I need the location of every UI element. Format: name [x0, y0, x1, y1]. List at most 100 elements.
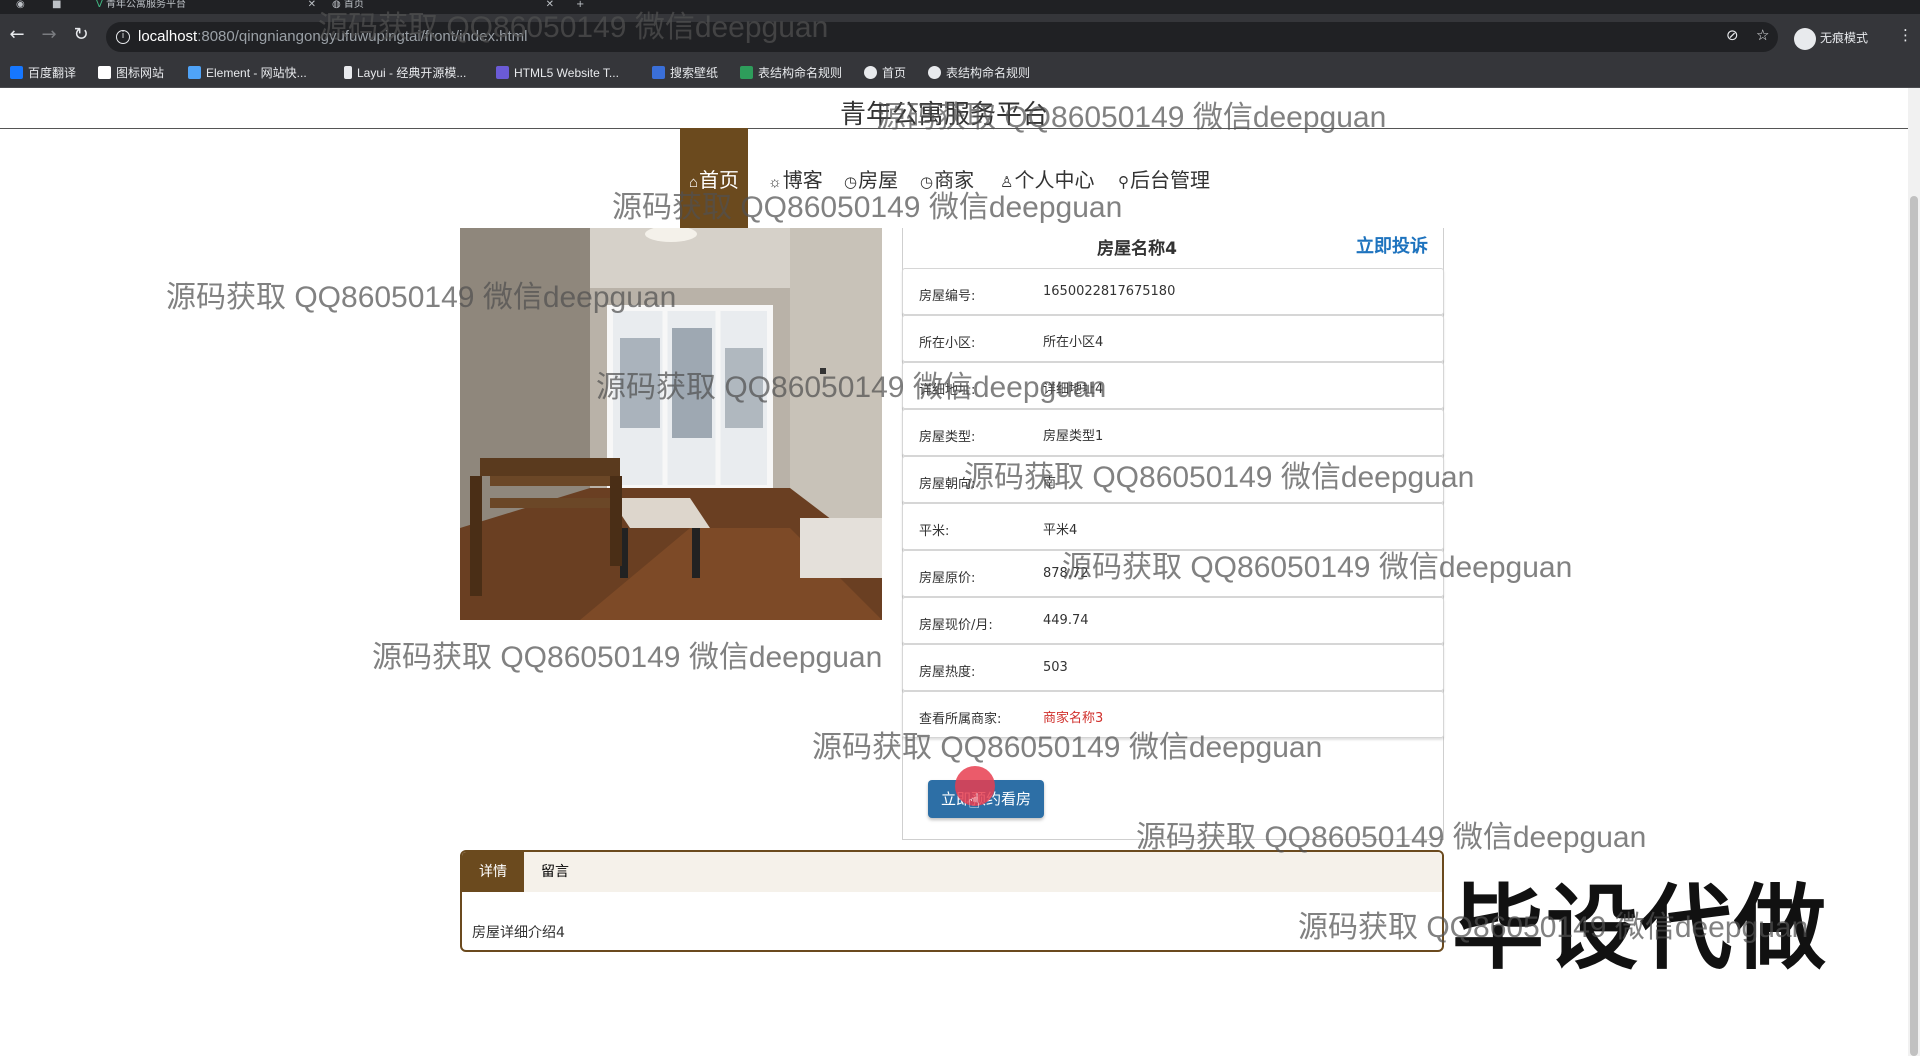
bookmark-label: 首页	[882, 66, 907, 80]
bookmark-icon	[10, 66, 23, 79]
close-tab-icon[interactable]: ✕	[546, 0, 554, 10]
html5-logo-icon	[496, 66, 509, 79]
tab-detail[interactable]: 详情	[462, 852, 524, 892]
field-label: 平米:	[919, 524, 950, 539]
field-value: 房屋类型1	[1043, 429, 1104, 444]
merchant-link[interactable]: 商家名称3	[1043, 707, 1103, 726]
forward-arrow-icon[interactable]: →	[38, 24, 60, 46]
chrome-menu-icon[interactable]: ◉	[16, 0, 26, 14]
site-info-icon[interactable]: i	[116, 30, 130, 44]
reload-icon[interactable]: ↻	[70, 24, 92, 46]
profile-label: 无痕模式	[1820, 31, 1869, 45]
nav-item-label: 首页	[699, 170, 740, 192]
info-row-original-price: 房屋原价: 878.72	[902, 550, 1444, 597]
info-row-current-price: 房屋现价/月: 449.74	[902, 597, 1444, 644]
star-icon[interactable]: ☆	[1756, 26, 1769, 44]
nav-item-house[interactable]: ◷房屋	[844, 128, 898, 228]
nav-item-merchant[interactable]: ◷商家	[920, 128, 974, 228]
bookmark-label: 图标网站	[116, 66, 165, 80]
nav-item-home[interactable]: ⌂首页	[680, 128, 748, 228]
nav-item-label: 商家	[934, 170, 975, 192]
flag-icon	[98, 66, 111, 79]
field-value: 详细地址4	[1043, 382, 1104, 397]
hand-cursor-icon: ☝	[968, 789, 981, 813]
sheet-logo-icon	[740, 66, 753, 79]
bookmark-label: 表结构命名规则	[758, 66, 843, 80]
bookmark-label: 搜索壁纸	[670, 66, 719, 80]
field-value: 南	[1043, 476, 1057, 491]
bookmark-item[interactable]: 表结构命名规则	[740, 62, 842, 84]
house-detail-header: 房屋名称4 立即投诉	[902, 228, 1444, 268]
url-text[interactable]: localhost:8080/qingniangongyufuwupingtai…	[138, 28, 527, 46]
globe-icon	[928, 66, 941, 79]
bookmark-label: 百度翻译	[28, 66, 77, 80]
field-value: 503	[1043, 660, 1068, 675]
url-path: /qingniangongyufuwupingtai/front/index.h…	[234, 28, 528, 45]
globe-icon: ◍	[332, 0, 341, 10]
bookmark-item[interactable]: HTML5 Website T...	[496, 62, 619, 84]
field-label: 房屋编号:	[919, 289, 976, 304]
field-value: 878.72	[1043, 566, 1089, 581]
bookmark-item[interactable]: Layui - 经典开源模...	[344, 62, 466, 84]
home-icon: ⌂	[688, 174, 699, 191]
browser-tab-strip: ◉ ■ V 青年公寓服务平台 ✕ ◍ 首页 ✕ +	[0, 0, 1920, 14]
field-label: 房屋热度:	[919, 665, 976, 680]
tabs-header: 详情 留言	[462, 852, 1442, 892]
watermark-text: 源码获取 QQ86050149 微信deepguan	[372, 641, 883, 674]
complain-link[interactable]: 立即投诉	[1356, 232, 1428, 258]
info-row-orientation: 房屋朝向: 南	[902, 456, 1444, 503]
field-label: 查看所属商家:	[919, 712, 1002, 727]
info-row-address: 详细地址: 详细地址4	[902, 362, 1444, 409]
vue-logo-icon: V	[96, 0, 103, 10]
bookmark-label: Layui - 经典开源模...	[357, 66, 467, 80]
promo-stamp: 毕设代做	[1452, 875, 1829, 982]
room-photo-image	[460, 228, 882, 620]
bookmark-item[interactable]: Element - 网站快...	[188, 62, 307, 84]
nav-item-label: 个人中心	[1014, 170, 1095, 192]
field-label: 房屋原价:	[919, 571, 976, 586]
close-tab-icon[interactable]: ✕	[308, 0, 316, 10]
eye-off-icon[interactable]: ⊘	[1726, 26, 1739, 44]
tab-search-icon[interactable]: ■	[52, 0, 66, 14]
nav-item-user-center[interactable]: ♙个人中心	[1000, 128, 1094, 228]
layui-logo-icon	[344, 66, 352, 79]
bookmark-item[interactable]: 百度翻译	[10, 62, 76, 84]
tab-messages[interactable]: 留言	[524, 852, 586, 892]
field-label: 所在小区:	[919, 336, 976, 351]
bookmark-label: 表结构命名规则	[946, 66, 1031, 80]
link-icon: ⚲	[1118, 174, 1129, 191]
incognito-icon	[1794, 27, 1816, 50]
field-label: 详细地址:	[919, 383, 976, 398]
field-value: 所在小区4	[1043, 335, 1104, 350]
scrollbar-thumb[interactable]	[1910, 196, 1918, 1056]
info-row-house-type: 房屋类型: 房屋类型1	[902, 409, 1444, 456]
nav-item-admin[interactable]: ⚲后台管理	[1118, 128, 1210, 228]
site-title: 青年公寓服务平台	[840, 99, 1049, 129]
back-arrow-icon[interactable]: ←	[6, 24, 28, 46]
bookmark-label: HTML5 Website T...	[514, 66, 619, 80]
field-label: 房屋类型:	[919, 430, 976, 445]
sun-icon: ☼	[768, 174, 782, 191]
info-row-merchant: 查看所属商家: 商家名称3	[902, 691, 1444, 738]
browser-tab-1[interactable]: V 青年公寓服务平台 ✕	[96, 0, 316, 14]
more-menu-icon[interactable]: ⋮	[1898, 26, 1913, 44]
info-row-popularity: 房屋热度: 503	[902, 644, 1444, 691]
incognito-profile[interactable]: 无痕模式	[1794, 26, 1868, 50]
browser-tab-2-title: 首页	[343, 0, 364, 10]
browser-tab-2[interactable]: ◍ 首页 ✕	[332, 0, 554, 14]
new-tab-button[interactable]: +	[576, 0, 590, 14]
field-value: 平米4	[1043, 523, 1078, 538]
nav-item-blog[interactable]: ☼博客	[768, 128, 823, 228]
url-port: :8080	[197, 28, 235, 45]
browser-tab-1-title: 青年公寓服务平台	[106, 0, 187, 10]
bookmark-item[interactable]: 首页	[864, 62, 906, 84]
nav-item-label: 博客	[782, 170, 823, 192]
detail-tabs-panel: 详情 留言 房屋详细介绍4	[460, 850, 1444, 952]
field-label: 房屋现价/月:	[919, 618, 993, 633]
house-name: 房屋名称4	[1097, 239, 1177, 259]
bookmark-item[interactable]: 搜索壁纸	[652, 62, 718, 84]
bookmark-item[interactable]: 表结构命名规则	[928, 62, 1030, 84]
info-row-house-number: 房屋编号: 1650022817675180	[902, 268, 1444, 315]
house-photo	[460, 228, 882, 620]
bookmark-item[interactable]: 图标网站	[98, 62, 164, 84]
